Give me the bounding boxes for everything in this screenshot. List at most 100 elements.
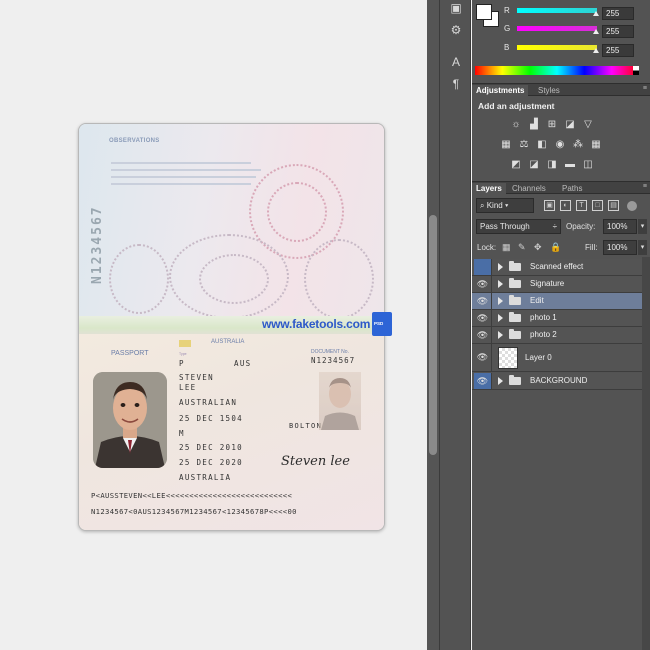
black-white-icon[interactable]: ◧ <box>536 139 548 151</box>
expand-caret-icon[interactable] <box>498 377 503 385</box>
filter-smart-object-icon[interactable]: ▤ <box>608 200 619 211</box>
green-slider-knob[interactable] <box>593 29 599 34</box>
filter-toggle-icon[interactable] <box>627 201 637 211</box>
eye-icon[interactable]: 👁 <box>474 373 492 389</box>
foreground-color-swatch[interactable] <box>476 4 492 20</box>
color-spectrum[interactable] <box>475 66 639 75</box>
black-white-swatch[interactable] <box>633 66 639 75</box>
layers-scrollbar[interactable] <box>642 257 650 650</box>
surname-value: STEVEN <box>179 373 214 382</box>
fill-field[interactable]: 100% <box>603 240 637 255</box>
country-code-value: AUS <box>234 359 252 368</box>
selective-color-icon[interactable]: ◫ <box>582 159 594 171</box>
eye-icon[interactable]: 👁 <box>474 293 492 309</box>
blend-mode-label: Pass Through <box>480 222 530 231</box>
lock-all-icon[interactable]: 🔒 <box>550 242 561 253</box>
expand-caret-icon[interactable] <box>498 314 503 322</box>
layer-row-photo-2[interactable]: 👁 photo 2 <box>472 327 642 344</box>
opacity-field[interactable]: 100% <box>603 219 637 234</box>
eye-icon[interactable]: 👁 <box>474 276 492 292</box>
tab-channels[interactable]: Channels <box>508 183 550 195</box>
expand-caret-icon[interactable] <box>498 280 503 288</box>
folder-icon <box>509 295 521 305</box>
gradient-map-icon[interactable]: ▬ <box>564 159 576 171</box>
exposure-icon[interactable]: ◪ <box>564 119 576 131</box>
tab-styles[interactable]: Styles <box>534 85 564 97</box>
fill-label: Fill: <box>585 243 598 252</box>
expand-caret-icon[interactable] <box>498 297 503 305</box>
layer-row-background[interactable]: 👁 BACKGROUND <box>472 373 642 390</box>
layer-row-layer-0[interactable]: 👁 Layer 0 <box>472 344 642 372</box>
layer-row-scanned-effect[interactable]: Scanned effect <box>472 259 642 276</box>
visibility-toggle[interactable] <box>474 259 492 275</box>
red-slider[interactable] <box>517 8 597 13</box>
threshold-icon[interactable]: ◨ <box>546 159 558 171</box>
text-line <box>111 183 251 185</box>
properties-icon[interactable]: ⚙ <box>447 22 465 38</box>
red-slider-knob[interactable] <box>593 11 599 16</box>
filter-kind-select[interactable]: ⌕ Kind ▾ <box>476 198 534 213</box>
character-icon[interactable]: A <box>447 54 465 70</box>
blue-slider[interactable] <box>517 45 597 50</box>
layers-panel: ⌕ Kind ▾ ▣ ◐ T □ ▤ Pass Through ÷ Opacity… <box>472 195 650 650</box>
channel-mixer-icon[interactable]: ⁂ <box>572 139 584 151</box>
scrollbar-thumb[interactable] <box>429 215 437 455</box>
expand-caret-icon[interactable] <box>498 263 503 271</box>
lock-image-icon[interactable]: ✎ <box>518 242 526 253</box>
date-of-birth-value: 25 DEC 1504 <box>179 414 243 423</box>
red-label: R <box>504 6 510 15</box>
folder-icon <box>509 329 521 339</box>
history-icon[interactable]: ▣ <box>447 0 465 16</box>
filter-pixel-icon[interactable]: ▣ <box>544 200 555 211</box>
document-canvas[interactable]: OBSERVATIONS N1234567 PASSPORT AUSTRALIA… <box>0 0 427 650</box>
posterize-icon[interactable]: ◪ <box>528 159 540 171</box>
vibrance-icon[interactable]: ▽ <box>582 119 594 131</box>
tab-paths[interactable]: Paths <box>558 183 586 195</box>
red-value-field[interactable]: 255 <box>602 7 634 20</box>
folder-icon <box>509 261 521 271</box>
invert-icon[interactable]: ◩ <box>510 159 522 171</box>
paragraph-icon[interactable]: ¶ <box>447 76 465 92</box>
eye-icon[interactable]: 👁 <box>474 344 492 371</box>
photo-filter-icon[interactable]: ◉ <box>554 139 566 151</box>
brightness-icon[interactable]: ☼ <box>510 119 522 131</box>
levels-icon[interactable]: ▟ <box>528 119 540 131</box>
panel-icon-strip: ▣ ⚙ A ¶ <box>439 0 471 650</box>
fill-dropdown-icon[interactable]: ▾ <box>638 240 647 255</box>
tab-layers[interactable]: Layers <box>472 183 506 195</box>
layer-row-photo-1[interactable]: 👁 photo 1 <box>472 310 642 327</box>
folder-icon <box>509 312 521 322</box>
curves-icon[interactable]: ⊞ <box>546 119 558 131</box>
layer-name: Edit <box>530 296 544 305</box>
blend-mode-select[interactable]: Pass Through ÷ <box>476 219 561 234</box>
hue-saturation-icon[interactable]: ▦ <box>500 139 512 151</box>
layers-tabbar: Layers Channels Paths ≡ <box>472 181 650 195</box>
pattern-swirl <box>267 182 327 242</box>
color-balance-icon[interactable]: ⚖ <box>518 139 530 151</box>
color-lookup-icon[interactable]: ▦ <box>590 139 602 151</box>
lock-position-icon[interactable]: ✥ <box>534 242 542 253</box>
tab-adjustments[interactable]: Adjustments <box>472 85 529 97</box>
filter-adjustment-icon[interactable]: ◐ <box>560 200 571 211</box>
layer-row-edit[interactable]: 👁 Edit <box>472 293 642 310</box>
canvas-vertical-scrollbar[interactable] <box>427 0 439 650</box>
panel-menu-icon[interactable]: ≡ <box>643 183 647 190</box>
type-value: P <box>179 359 185 368</box>
layer-name: BACKGROUND <box>530 376 588 385</box>
green-slider[interactable] <box>517 26 597 31</box>
filter-type-icon[interactable]: T <box>576 200 587 211</box>
lock-transparent-icon[interactable]: ▦ <box>502 242 511 253</box>
eye-icon[interactable]: 👁 <box>474 310 492 326</box>
blue-value-field[interactable]: 255 <box>602 44 634 57</box>
document-number-value: N1234567 <box>311 356 356 365</box>
filter-shape-icon[interactable]: □ <box>592 200 603 211</box>
eye-icon[interactable]: 👁 <box>474 327 492 343</box>
expand-caret-icon[interactable] <box>498 331 503 339</box>
opacity-dropdown-icon[interactable]: ▾ <box>638 219 647 234</box>
green-value-field[interactable]: 255 <box>602 25 634 38</box>
blue-slider-knob[interactable] <box>593 48 599 53</box>
adjustments-tabbar: Adjustments Styles ≡ <box>472 83 650 97</box>
layer-row-signature[interactable]: 👁 Signature <box>472 276 642 293</box>
panel-menu-icon[interactable]: ≡ <box>643 85 647 92</box>
signature: Steven lee <box>281 454 350 469</box>
